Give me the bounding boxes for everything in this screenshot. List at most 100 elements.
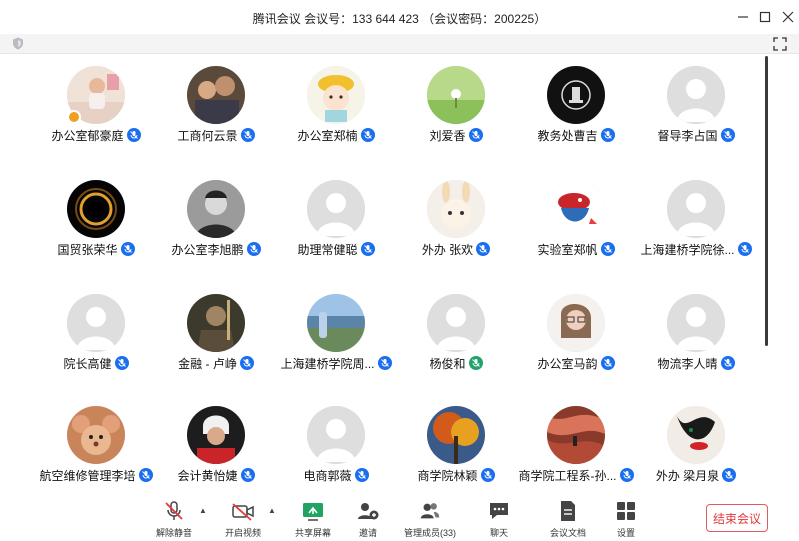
mic-status-icon xyxy=(737,242,752,256)
avatar xyxy=(307,406,365,464)
mic-status-icon xyxy=(600,356,615,370)
participant-tile[interactable]: 金融 - 卢峥 xyxy=(156,290,276,390)
participant-name: 教务处曹吉 xyxy=(537,128,598,143)
mic-status-icon xyxy=(354,468,369,482)
participant-tile[interactable]: 国贸张荣华 xyxy=(36,176,156,276)
participant-name: 物流李人晴 xyxy=(657,356,718,371)
mic-status-icon xyxy=(120,242,135,256)
avatar xyxy=(67,406,125,464)
invite-button[interactable]: 邀请 xyxy=(338,499,398,539)
participant-tile[interactable]: 物流李人晴 xyxy=(636,290,756,390)
avatar xyxy=(307,294,365,352)
participant-tile[interactable]: 办公室李旭鹏 xyxy=(156,176,276,276)
participant-tile[interactable]: 电商郭薇 xyxy=(276,402,396,502)
end-meeting-button[interactable]: 结束会议 xyxy=(706,504,768,532)
participant-name: 办公室郑楠 xyxy=(297,128,358,143)
unmute-label: 解除静音 xyxy=(155,528,192,538)
participant-tile[interactable]: 商学院工程系-孙... xyxy=(516,402,636,502)
participant-tile[interactable]: 上海建桥学院周... xyxy=(276,290,396,390)
mic-status-icon xyxy=(722,468,737,482)
avatar xyxy=(427,66,485,124)
window-title: 腾讯会议 会议号：133 644 423 （会议密码：200225） xyxy=(252,12,547,26)
mic-status-icon xyxy=(468,128,483,142)
participant-tile[interactable]: 杨俊和 xyxy=(396,290,516,390)
participant-name: 电商郭薇 xyxy=(303,468,352,483)
shield-icon[interactable] xyxy=(12,37,24,50)
participant-tile[interactable]: 教务处曹吉 xyxy=(516,62,636,162)
participant-tile[interactable]: 办公室马韵 xyxy=(516,290,636,390)
mic-status-icon xyxy=(600,242,615,256)
share-screen-label: 共享屏幕 xyxy=(294,528,331,538)
mic-status-icon xyxy=(480,468,495,482)
start-video-button[interactable]: 开启视频 xyxy=(213,499,273,539)
avatar xyxy=(667,66,725,124)
add-user-icon xyxy=(358,503,379,520)
mic-status-icon xyxy=(240,128,255,142)
participant-name: 杨俊和 xyxy=(429,356,466,371)
participant-name: 航空维修管理李培 xyxy=(39,468,136,483)
participant-name: 督导李占国 xyxy=(657,128,718,143)
video-off-icon xyxy=(232,503,254,521)
participant-tile[interactable]: 航空维修管理李培 xyxy=(36,402,156,502)
participant-tile[interactable]: 工商何云景 xyxy=(156,62,276,162)
participant-tile[interactable]: 外办 张欢 xyxy=(396,176,516,276)
avatar xyxy=(187,66,245,124)
participant-tile[interactable]: 会计黄怡婕 xyxy=(156,402,276,502)
video-options-caret[interactable]: ▲ xyxy=(268,506,276,515)
avatar xyxy=(547,406,605,464)
maximize-button[interactable] xyxy=(755,7,775,27)
participant-name: 院长高健 xyxy=(63,356,112,371)
unmute-button[interactable]: 解除静音 xyxy=(144,499,204,539)
avatar xyxy=(427,180,485,238)
maximize-icon xyxy=(759,11,771,23)
avatar xyxy=(667,180,725,238)
participant-name: 上海建桥学院徐... xyxy=(640,242,735,257)
participant-tile[interactable]: 助理常健聪 xyxy=(276,176,396,276)
avatar xyxy=(547,66,605,124)
participant-tile[interactable]: 实验室郑帆 xyxy=(516,176,636,276)
participant-name: 办公室郁豪庭 xyxy=(51,128,124,143)
security-bar xyxy=(0,34,799,54)
participant-name: 上海建桥学院周... xyxy=(280,356,375,371)
participant-tile[interactable]: 外办 梁月泉 xyxy=(636,402,756,502)
mic-status-icon xyxy=(360,242,375,256)
fullscreen-icon[interactable] xyxy=(773,37,787,51)
chat-button[interactable]: 聊天 xyxy=(469,499,529,539)
audio-options-caret[interactable]: ▲ xyxy=(199,506,207,515)
chat-label: 聊天 xyxy=(489,528,508,538)
scrollbar[interactable] xyxy=(765,56,768,346)
avatar xyxy=(67,294,125,352)
manage-members-button[interactable]: 管理成员(33) xyxy=(400,499,460,539)
host-badge-icon xyxy=(67,110,81,124)
mic-status-icon xyxy=(360,128,375,142)
participant-name: 办公室马韵 xyxy=(537,356,598,371)
close-button[interactable] xyxy=(778,7,798,27)
participant-tile[interactable]: 商学院林颖 xyxy=(396,402,516,502)
avatar xyxy=(307,180,365,238)
share-screen-button[interactable]: 共享屏幕 xyxy=(283,499,343,539)
participant-name-row: 督导李占国 xyxy=(624,126,768,144)
participant-name: 外办 梁月泉 xyxy=(655,468,720,483)
minimize-icon xyxy=(738,16,748,18)
avatar xyxy=(187,294,245,352)
mic-status-icon xyxy=(720,128,735,142)
settings-button[interactable]: 设置 xyxy=(596,499,656,539)
share-screen-icon xyxy=(303,503,323,521)
avatar xyxy=(547,294,605,352)
mic-status-icon xyxy=(246,242,261,256)
mic-status-icon xyxy=(240,468,255,482)
documents-button[interactable]: 会议文档 xyxy=(538,499,598,539)
avatar xyxy=(187,406,245,464)
participant-tile[interactable]: 督导李占国 xyxy=(636,62,756,162)
participant-tile[interactable]: 上海建桥学院徐... xyxy=(636,176,756,276)
participant-tile[interactable]: 刘爱香 xyxy=(396,62,516,162)
participant-tile[interactable]: 院长高健 xyxy=(36,290,156,390)
settings-grid-icon xyxy=(617,502,635,520)
participant-tile[interactable]: 办公室郁豪庭 xyxy=(36,62,156,162)
invite-label: 邀请 xyxy=(358,528,377,538)
participant-tile[interactable]: 办公室郑楠 xyxy=(276,62,396,162)
minimize-button[interactable] xyxy=(733,7,753,27)
participant-grid: 办公室郁豪庭 工商何云景 办公室郑楠 刘爱香 教务处曹吉 督导李占国国贸张荣华 办公室李旭鹏… xyxy=(36,62,756,492)
start-video-label: 开启视频 xyxy=(224,528,261,538)
participant-name-row: 上海建桥学院徐... xyxy=(624,240,768,258)
